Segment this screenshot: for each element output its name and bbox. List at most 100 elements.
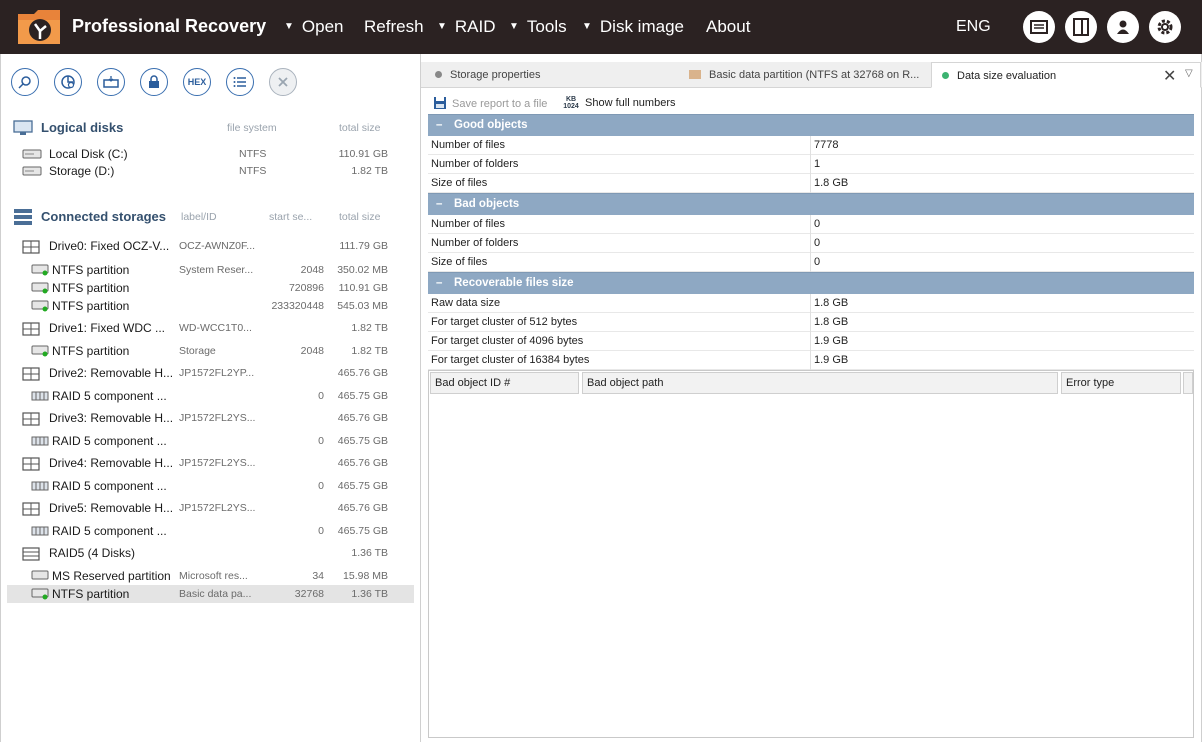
tab-storage-properties[interactable]: Storage properties — [431, 62, 683, 88]
group-header-good[interactable]: – Good objects — [428, 114, 1194, 136]
storage-drive-row[interactable]: Drive2: Removable H... JP1572FL2YP... 465.… — [7, 364, 414, 382]
col-error-type[interactable]: Error type — [1061, 372, 1181, 394]
partition-icon — [31, 588, 49, 600]
menu-raid[interactable]: ▼ RAID — [437, 17, 496, 37]
language-selector[interactable]: ENG — [956, 18, 991, 36]
property-value: 7778 — [814, 139, 839, 151]
partition-icon — [31, 282, 49, 294]
storage-partition-row[interactable]: NTFS partition Storage 2048 1.82 TB — [7, 342, 414, 360]
group-header-bad[interactable]: – Bad objects — [428, 193, 1194, 215]
menu-about-label: About — [706, 17, 751, 36]
menu-open-label: Open — [301, 17, 344, 36]
right-pane: Storage properties Basic data partition … — [421, 54, 1202, 742]
menu-open[interactable]: ▼ Open — [284, 17, 344, 37]
col-bad-object-id[interactable]: Bad object ID # — [430, 372, 579, 394]
menu-about[interactable]: About — [706, 17, 750, 37]
storage-name: NTFS partition — [52, 281, 130, 295]
column-divider — [810, 155, 811, 174]
storage-name: Drive3: Removable H... — [49, 411, 174, 425]
storage-partition-row[interactable]: MS Reserved partition Microsoft res... 34 1… — [7, 567, 414, 585]
menu-refresh[interactable]: Refresh — [364, 17, 424, 37]
storage-drive-row[interactable]: RAID5 (4 Disks) 1.36 TB — [7, 544, 414, 562]
storage-start-sector: 34 — [312, 570, 324, 582]
storage-start-sector: 32768 — [294, 588, 324, 600]
storage-partition-row[interactable]: NTFS partition Basic data pa... 32768 1.36 … — [7, 585, 414, 603]
drive-icon — [22, 367, 40, 381]
evaluation-row: For target cluster of 16384 bytes 1.9 GB — [428, 351, 1194, 370]
column-divider — [810, 136, 811, 155]
storage-label: System Reser... — [179, 264, 254, 276]
storage-drive-row[interactable]: Drive0: Fixed OCZ-V... OCZ-AWNZ0F... 111.7… — [7, 237, 414, 255]
tab-label: Storage properties — [450, 69, 541, 81]
disk-image-button[interactable] — [97, 68, 125, 96]
tab-label: Data size evaluation — [957, 70, 1057, 82]
storage-partition-row[interactable]: RAID 5 component ... 0 465.75 GB — [7, 432, 414, 450]
storage-name: Drive1: Fixed WDC ... — [49, 321, 166, 335]
account-button[interactable] — [1107, 11, 1139, 43]
disk-fs: NTFS — [239, 148, 267, 160]
menu-tools-label: Tools — [526, 17, 567, 36]
evaluation-row: For target cluster of 512 bytes 1.8 GB — [428, 313, 1194, 332]
scan-icon — [61, 75, 75, 89]
storage-start-sector: 233320448 — [271, 300, 324, 312]
storage-size: 15.98 MB — [343, 570, 388, 582]
storage-partition-row[interactable]: NTFS partition 233320448 545.03 MB — [7, 297, 414, 315]
storage-size: 465.76 GB — [337, 502, 388, 514]
storage-start-sector: 720896 — [288, 282, 324, 294]
log-button[interactable] — [1023, 11, 1055, 43]
lock-button[interactable] — [140, 68, 168, 96]
save-report-button[interactable]: Save report to a file — [433, 96, 547, 110]
evaluation-row: For target cluster of 4096 bytes 1.9 GB — [428, 332, 1194, 351]
close-icon — [278, 77, 288, 87]
group-title: Good objects — [454, 119, 528, 131]
close-storage-button[interactable] — [269, 68, 297, 96]
storage-partition-row[interactable]: NTFS partition 720896 110.91 GB — [7, 279, 414, 297]
logical-disk-row[interactable]: Storage (D:) NTFS 1.82 TB — [7, 162, 414, 180]
settings-button[interactable] — [1149, 11, 1181, 43]
evaluation-row: Number of files 0 — [428, 215, 1194, 234]
partition-icon — [31, 345, 49, 357]
show-full-numbers-button[interactable]: KB 1024 Show full numbers — [561, 96, 675, 110]
close-tab-icon[interactable]: ✕ — [1163, 66, 1176, 86]
collapse-icon: – — [436, 277, 443, 289]
logical-disk-row[interactable]: Local Disk (C:) NTFS 110.91 GB — [7, 145, 414, 163]
storage-label: Basic data pa... — [179, 588, 252, 600]
storage-partition-row[interactable]: RAID 5 component ... 0 465.75 GB — [7, 387, 414, 405]
storage-partition-row[interactable]: RAID 5 component ... 0 465.75 GB — [7, 522, 414, 540]
column-divider — [810, 294, 811, 313]
storage-drive-row[interactable]: Drive1: Fixed WDC ... WD-WCC1T0... 1.82 TB — [7, 319, 414, 337]
group-header-recoverable[interactable]: – Recoverable files size — [428, 272, 1194, 294]
col-label-id: label/ID — [181, 211, 217, 223]
col-bad-object-path[interactable]: Bad object path — [582, 372, 1058, 394]
storage-start-sector: 0 — [318, 390, 324, 402]
storage-name: Drive4: Removable H... — [49, 456, 174, 470]
evaluation-row: Size of files 1.8 GB — [428, 174, 1194, 193]
storage-name: Drive0: Fixed OCZ-V... — [49, 239, 170, 253]
list-button[interactable] — [226, 68, 254, 96]
save-icon — [434, 97, 446, 109]
col-storage-size: total size — [339, 211, 381, 223]
storage-partition-row[interactable]: RAID 5 component ... 0 465.75 GB — [7, 477, 414, 495]
storage-size: 465.75 GB — [337, 480, 388, 492]
tab-data-size-evaluation[interactable]: Data size evaluation — [931, 62, 1201, 88]
panel-toggle-button[interactable] — [1065, 11, 1097, 43]
evaluation-row: Number of folders 1 — [428, 155, 1194, 174]
tab-list-chevron-icon[interactable]: ▽ — [1185, 68, 1193, 79]
tab-basic-data-partition[interactable]: Basic data partition (NTFS at 32768 on R… — [687, 62, 929, 88]
storage-drive-row[interactable]: Drive4: Removable H... JP1572FL2YS... 465.… — [7, 454, 414, 472]
tab-status-dot — [435, 71, 442, 78]
storage-drive-row[interactable]: Drive5: Removable H... JP1572FL2YS... 465.… — [7, 499, 414, 517]
storage-name: RAID 5 component ... — [52, 389, 167, 403]
search-button[interactable] — [11, 68, 39, 96]
property-name: Raw data size — [431, 297, 501, 309]
hex-button[interactable]: HEX — [183, 68, 211, 96]
storage-drive-row[interactable]: Drive3: Removable H... JP1572FL2YS... 465.… — [7, 409, 414, 427]
menu-tools[interactable]: ▼ Tools — [509, 17, 567, 37]
disk-name: Storage (D:) — [49, 164, 115, 178]
storage-start-sector: 0 — [318, 525, 324, 537]
storage-partition-row[interactable]: NTFS partition System Reser... 2048 350.02 … — [7, 261, 414, 279]
log-icon — [1030, 20, 1048, 34]
left-pane: HEX Logical disks file system total size… — [0, 54, 421, 742]
scan-button[interactable] — [54, 68, 82, 96]
menu-disk-image[interactable]: ▼ Disk image — [582, 17, 684, 37]
